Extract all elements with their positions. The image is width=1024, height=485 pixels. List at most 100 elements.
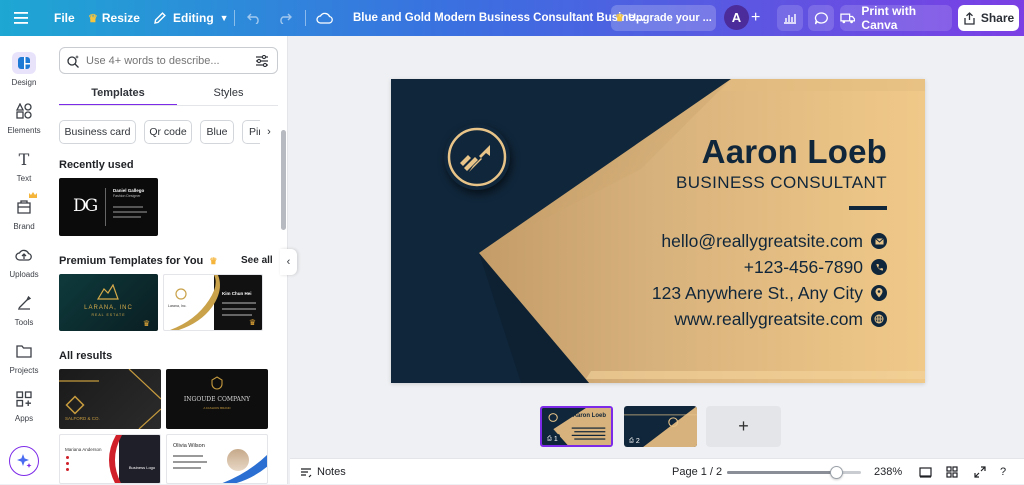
thumbnail-name: Aaron Loeb <box>572 413 606 419</box>
tab-templates[interactable]: Templates <box>59 82 177 104</box>
phone-line[interactable]: +123-456-7890 <box>744 256 887 278</box>
design-icon <box>12 52 36 74</box>
file-menu[interactable]: File <box>54 0 75 36</box>
result-template-card[interactable]: SALFORD & CO. <box>59 369 161 429</box>
fullscreen-icon[interactable] <box>974 459 986 485</box>
result-template-card[interactable]: Olivia Wilson <box>166 434 268 484</box>
phone-text: +123-456-7890 <box>743 256 863 277</box>
chip-business-card[interactable]: Business card <box>59 120 136 144</box>
undo-icon[interactable] <box>247 0 261 36</box>
magic-assistant-button[interactable] <box>9 446 39 476</box>
chips-scroll-right[interactable]: › <box>260 120 278 144</box>
scrollbar-thumb[interactable] <box>281 130 286 230</box>
divider <box>105 188 106 226</box>
crown-icon: ♛ <box>142 319 150 328</box>
page-thumbnail-2[interactable]: ⎙ 2 <box>624 406 697 447</box>
cloud-save-icon[interactable] <box>316 0 334 36</box>
text-line <box>113 211 147 213</box>
rail-label: Uploads <box>9 270 39 279</box>
see-all-link[interactable]: See all <box>241 255 273 266</box>
share-label: Share <box>980 11 1015 25</box>
slideshow-icon[interactable] <box>919 459 932 485</box>
truck-icon <box>840 13 856 24</box>
email-line[interactable]: hello@reallygreatsite.com <box>661 230 887 252</box>
uploads-icon <box>13 244 35 266</box>
result-template-card[interactable]: Mariana Anderson Business Logo <box>59 434 161 484</box>
brand-icon <box>13 196 35 218</box>
rail-item-uploads[interactable]: Uploads <box>0 240 48 284</box>
design-canvas-page[interactable]: Aaron Loeb BUSINESS CONSULTANT hello@rea… <box>391 79 925 383</box>
website-line[interactable]: www.reallygreatsite.com <box>674 308 887 330</box>
premium-heading-label: Premium Templates for You <box>59 255 204 267</box>
crown-icon: ♛ <box>209 256 218 266</box>
search-input[interactable] <box>86 54 246 67</box>
rail-item-text[interactable]: T Text <box>0 144 48 188</box>
crown-icon: ♛ <box>615 12 625 24</box>
premium-template-card[interactable]: LARANA, INC REAL ESTATE ♛ <box>59 274 158 331</box>
rail-label: Apps <box>14 414 34 423</box>
premium-template-card[interactable]: Larana, Inc. Kim Chun Hei ♛ <box>163 274 263 331</box>
notes-button[interactable]: Notes <box>300 459 346 485</box>
add-collaborator-icon[interactable]: + <box>751 0 760 36</box>
filter-icon[interactable] <box>255 54 269 67</box>
upgrade-button[interactable]: ♛ Upgrade your ... <box>611 5 716 31</box>
tab-styles[interactable]: Styles <box>179 82 278 104</box>
rail-item-brand[interactable]: Brand <box>0 192 48 236</box>
rail-item-apps[interactable]: Apps <box>0 384 48 428</box>
zoom-slider[interactable] <box>727 466 861 479</box>
chevron-down-icon: ▼ <box>219 13 229 23</box>
rail-label: Tools <box>14 318 34 327</box>
collapse-panel-button[interactable]: ‹ <box>280 249 297 275</box>
grid-view-icon[interactable] <box>946 459 958 485</box>
growth-arrow-logo-icon <box>447 127 507 187</box>
tabs-divider <box>59 105 278 106</box>
zoom-level[interactable]: 238% <box>874 459 902 485</box>
rail-item-tools[interactable]: Tools <box>0 288 48 332</box>
accent-bar <box>849 206 887 210</box>
card-name[interactable]: Aaron Loeb <box>702 133 887 171</box>
redo-icon[interactable] <box>278 0 292 36</box>
page-number: 2 <box>635 437 640 445</box>
chip-blue[interactable]: Blue <box>200 120 234 144</box>
menu-icon[interactable] <box>14 0 28 36</box>
all-results-heading: All results <box>59 350 113 362</box>
chip-qr-code[interactable]: Qr code <box>144 120 192 144</box>
lion-logo-icon <box>175 288 187 300</box>
zoom-slider-knob[interactable] <box>829 466 843 479</box>
comment-icon[interactable] <box>808 5 834 31</box>
rail-item-design[interactable]: Design <box>0 48 48 92</box>
share-button[interactable]: Share <box>958 5 1019 31</box>
panel-tabs: Templates Styles <box>59 82 278 106</box>
editing-mode-dropdown[interactable]: Editing ▼ <box>153 0 229 36</box>
rail-item-projects[interactable]: Projects <box>0 336 48 380</box>
share-icon <box>964 11 975 25</box>
page-thumbnail-1[interactable]: Aaron Loeb ⎙ 1 <box>540 406 613 447</box>
card-title[interactable]: BUSINESS CONSULTANT <box>676 173 887 193</box>
notes-icon <box>301 468 312 478</box>
insights-icon[interactable] <box>777 5 803 31</box>
panel-scrollbar[interactable] <box>281 120 286 484</box>
avatar[interactable]: A <box>724 5 749 30</box>
page-badge: ⎙ 1 <box>545 434 560 444</box>
document-title[interactable]: Blue and Gold Modern Business Consultant… <box>353 0 644 36</box>
upgrade-label: Upgrade your ... <box>628 12 712 24</box>
blue-swoosh <box>222 454 267 483</box>
address-line[interactable]: 123 Anywhere St., Any City <box>652 282 887 304</box>
result-template-card[interactable]: INGOUDE COMPANY A FASHION BRAND <box>166 369 268 429</box>
print-icon: ⎙ <box>547 435 552 442</box>
add-page-button[interactable]: + <box>706 406 781 447</box>
resize-button[interactable]: ♛ Resize <box>88 0 140 36</box>
page-number: 1 <box>553 435 558 443</box>
logo-badge <box>444 124 510 190</box>
print-icon: ⎙ <box>629 437 634 444</box>
building-logo-icon <box>96 284 119 300</box>
print-with-canva-button[interactable]: Print with Canva <box>840 4 952 32</box>
help-icon[interactable]: ? <box>1000 459 1006 485</box>
recent-template-card[interactable]: DG Daniel Gallego Fashion Designer <box>59 178 158 236</box>
rail-item-elements[interactable]: Elements <box>0 96 48 140</box>
template-logo: Business Logo <box>128 465 156 470</box>
page-indicator[interactable]: Page 1 / 2 <box>672 459 722 485</box>
elements-icon <box>13 100 35 122</box>
red-swoosh <box>109 435 122 483</box>
divider <box>305 10 306 26</box>
